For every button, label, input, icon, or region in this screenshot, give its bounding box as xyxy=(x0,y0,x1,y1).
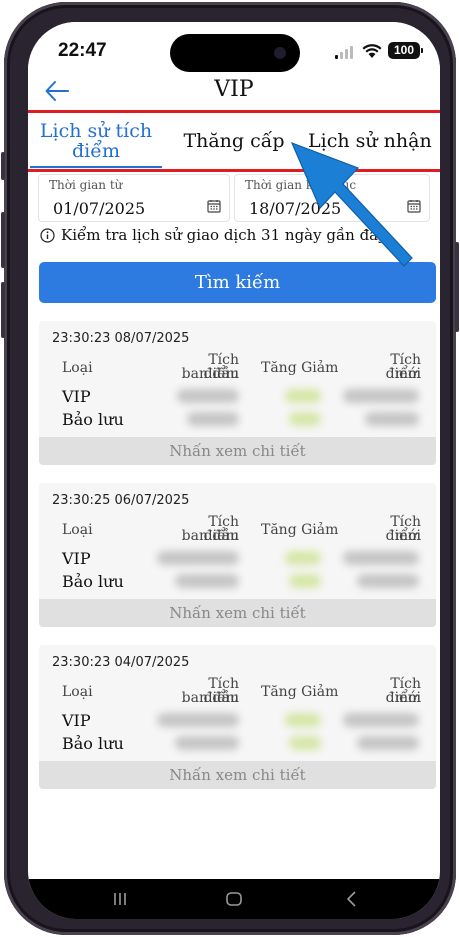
app-header: VIP xyxy=(28,74,440,110)
volume-down-button xyxy=(1,282,5,338)
view-detail-button[interactable]: Nhấn xem chi tiết xyxy=(39,437,436,465)
column-change: Tăng Giảm xyxy=(261,684,339,700)
date-to-field[interactable]: Thời gian kết thúc 18/07/2025 xyxy=(234,174,430,222)
date-from-value: 01/07/2025 xyxy=(53,199,146,218)
date-to-value: 18/07/2025 xyxy=(249,199,342,218)
column-initial-line2: ban đầu xyxy=(181,690,239,706)
active-tab-indicator xyxy=(30,166,162,168)
view-detail-button[interactable]: Nhấn xem chi tiết xyxy=(39,761,436,789)
record-timestamp: 23:30:25 06/07/2025 xyxy=(52,493,190,508)
row-reserve: Bảo lưu xyxy=(62,572,124,591)
date-from-field[interactable]: Thời gian từ 01/07/2025 xyxy=(38,174,230,222)
redacted-value xyxy=(157,551,239,565)
calendar-icon xyxy=(407,200,421,213)
redacted-value xyxy=(365,412,419,426)
date-to-label: Thời gian kết thúc xyxy=(245,178,357,192)
redacted-value xyxy=(285,713,321,727)
redacted-value xyxy=(175,574,239,588)
history-card: 23:30:23 04/07/2025 Loại Tích điểm ban đ… xyxy=(39,645,436,789)
column-initial-line2: ban đầu xyxy=(181,366,239,382)
dynamic-island xyxy=(170,34,300,72)
redacted-value xyxy=(285,389,321,403)
redacted-value xyxy=(343,713,419,727)
back-nav-icon[interactable] xyxy=(342,889,362,909)
column-type: Loại xyxy=(62,684,93,700)
date-from-label: Thời gian từ xyxy=(49,178,123,192)
redacted-value xyxy=(285,551,321,565)
cellular-signal-icon xyxy=(335,45,355,59)
tab-points-history[interactable]: Lịch sử tích điểm xyxy=(30,110,162,172)
redacted-value xyxy=(187,412,239,426)
volume-up-button xyxy=(1,212,5,268)
hint-text: Kiểm tra lịch sử giao dịch 31 ngày gần đ… xyxy=(61,226,387,244)
phone-frame: 22:47 100 VIP Lịch sử tích điểm Thăng cấ… xyxy=(1,2,459,935)
wifi-icon xyxy=(362,44,382,58)
row-vip: VIP xyxy=(62,387,91,406)
battery-icon: 100 xyxy=(388,42,423,59)
row-reserve: Bảo lưu xyxy=(62,410,124,429)
column-type: Loại xyxy=(62,522,93,538)
camera-icon xyxy=(274,47,286,59)
redacted-value xyxy=(357,736,419,750)
column-change: Tăng Giảm xyxy=(261,360,339,376)
column-new-line2: mới xyxy=(394,690,421,706)
tab-bar: Lịch sử tích điểm Thăng cấp Lịch sử nhận xyxy=(28,110,440,172)
home-icon[interactable] xyxy=(224,889,244,909)
record-timestamp: 23:30:23 04/07/2025 xyxy=(52,655,190,670)
power-button xyxy=(455,242,459,332)
redacted-value xyxy=(289,412,321,426)
history-card: 23:30:25 06/07/2025 Loại Tích điểm ban đ… xyxy=(39,483,436,627)
column-change: Tăng Giảm xyxy=(261,522,339,538)
row-reserve: Bảo lưu xyxy=(62,734,124,753)
history-card: 23:30:23 08/07/2025 Loại Tích điểm ban đ… xyxy=(39,321,436,465)
column-new-line2: mới xyxy=(394,366,421,382)
redacted-value xyxy=(343,389,419,403)
action-button xyxy=(1,152,5,180)
redacted-value xyxy=(343,551,419,565)
column-initial-line2: ban đầu xyxy=(181,528,239,544)
record-timestamp: 23:30:23 08/07/2025 xyxy=(52,331,190,346)
redacted-value xyxy=(357,574,419,588)
redacted-value xyxy=(157,713,239,727)
recent-apps-icon[interactable] xyxy=(110,889,130,909)
search-button[interactable]: Tìm kiếm xyxy=(39,262,436,303)
history-hint: Kiểm tra lịch sử giao dịch 31 ngày gần đ… xyxy=(40,225,387,245)
redacted-value xyxy=(175,736,239,750)
redacted-value xyxy=(289,574,321,588)
info-icon xyxy=(40,227,55,243)
android-nav-bar xyxy=(28,879,440,919)
view-detail-button[interactable]: Nhấn xem chi tiết xyxy=(39,599,436,627)
column-new-line2: mới xyxy=(394,528,421,544)
redacted-value xyxy=(289,736,321,750)
screen: 22:47 100 VIP Lịch sử tích điểm Thăng cấ… xyxy=(28,22,440,919)
row-vip: VIP xyxy=(62,711,91,730)
status-time: 22:47 xyxy=(58,40,107,61)
row-vip: VIP xyxy=(62,549,91,568)
calendar-icon xyxy=(207,200,221,213)
date-filter: Thời gian từ 01/07/2025 Thời gian kết th… xyxy=(38,174,430,224)
page-title: VIP xyxy=(214,77,254,102)
tab-receive-history[interactable]: Lịch sử nhận xyxy=(308,110,440,172)
column-type: Loại xyxy=(62,360,93,376)
redacted-value xyxy=(177,389,239,403)
tab-upgrade[interactable]: Thăng cấp xyxy=(168,110,300,172)
